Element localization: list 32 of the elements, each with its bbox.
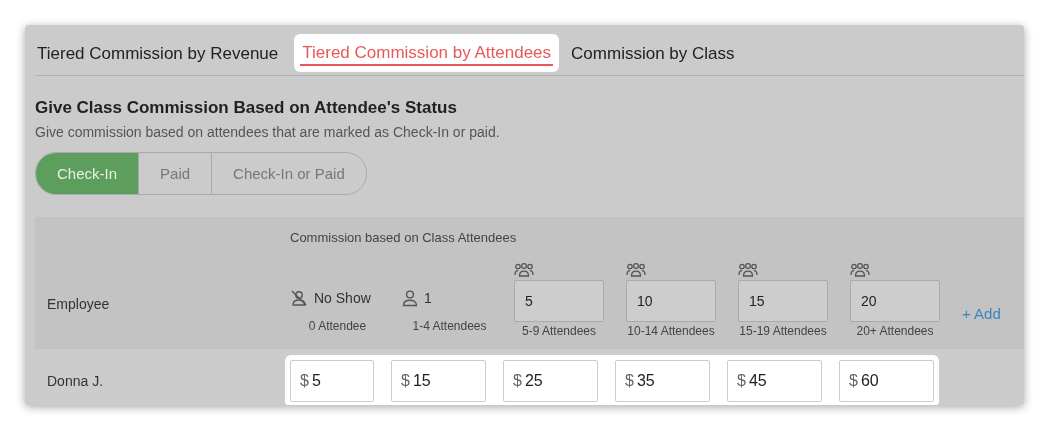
tier-label: No Show xyxy=(314,290,371,306)
no-show-icon xyxy=(290,289,308,307)
group-icon xyxy=(738,263,758,277)
tier-input[interactable]: 15 xyxy=(738,280,828,322)
group-icon xyxy=(850,263,870,277)
amount-input[interactable]: $ 45 xyxy=(727,359,822,402)
tier-caption: 10-14 Attendees xyxy=(627,324,715,338)
tier-caption: 0 Attendee xyxy=(308,319,367,333)
tier-caption: 15-19 Attendees xyxy=(739,324,827,338)
column-header: Employee xyxy=(47,296,110,312)
amount-input[interactable]: $ 5 xyxy=(290,359,374,402)
tier-caption: 1-4 Attendees xyxy=(412,319,487,333)
tab[interactable]: Commission by Class xyxy=(569,34,737,74)
tier-label: 1 xyxy=(424,290,432,306)
group-header: Commission based on Class Attendees xyxy=(290,230,517,245)
tab[interactable]: Tiered Commission by Attendees xyxy=(294,34,560,72)
amount-input[interactable]: $ 35 xyxy=(615,359,710,402)
group-icon xyxy=(626,263,646,277)
person-icon xyxy=(402,289,418,307)
tier-caption: 20+ Attendees xyxy=(856,324,934,338)
section-heading: Give Class Commission Based on Attendee's Status xyxy=(35,98,458,118)
section-description: Give commission based on attendees that are marked as Check-In or paid. xyxy=(35,124,501,140)
tier-caption: 5-9 Attendees xyxy=(521,324,597,338)
amount-input[interactable]: $ 15 xyxy=(391,359,486,402)
amount-input[interactable]: $ 60 xyxy=(839,359,934,402)
tier-input[interactable]: 5 xyxy=(514,280,604,322)
tab[interactable]: Tiered Commission by Revenue xyxy=(35,34,281,74)
tier-input[interactable]: 20 xyxy=(850,280,940,322)
tier-input[interactable]: 10 xyxy=(626,280,716,322)
group-icon xyxy=(514,263,534,277)
employee-name: Donna J. xyxy=(47,372,104,389)
amount-input[interactable]: $ 25 xyxy=(503,359,598,402)
